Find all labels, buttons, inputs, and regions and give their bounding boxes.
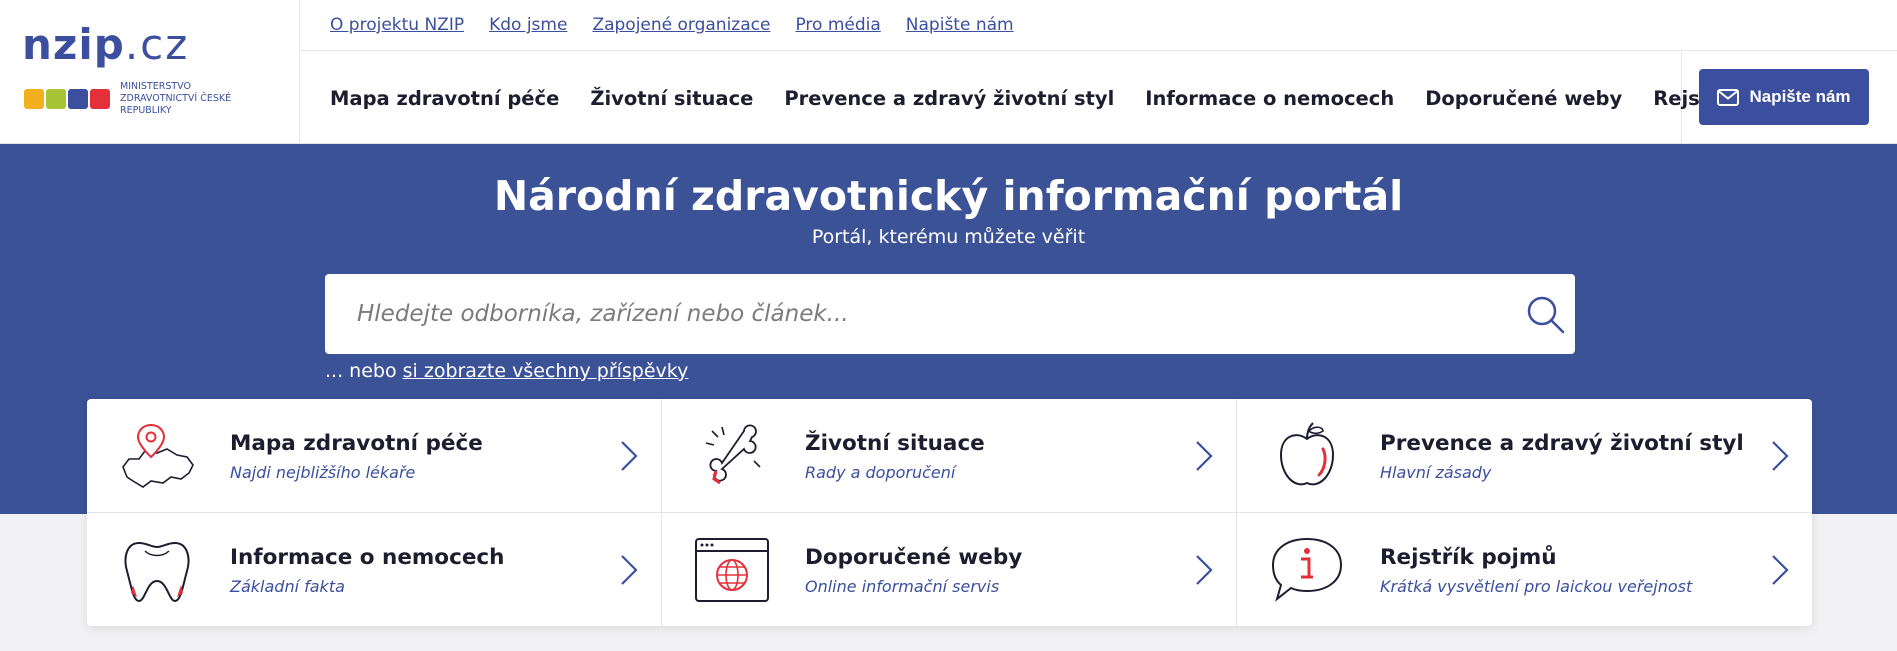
page-title: Národní zdravotnický informační portál (493, 172, 1404, 220)
bone-icon (705, 424, 761, 485)
nzip-logo[interactable]: nzip.cz (22, 24, 189, 66)
tile-title: Rejstřík pojmů (1380, 545, 1557, 570)
tile-subtitle: Najdi nejbližšího lékaře (230, 463, 416, 482)
tile-subtitle: Rady a doporučení (805, 463, 956, 482)
tile-subtitle: Hlavní zásady (1380, 463, 1492, 482)
tooth-icon (124, 541, 190, 603)
nav-mapa-zdravotni-pece[interactable]: Mapa zdravotní péče (330, 87, 559, 110)
chevron-right-icon (621, 555, 638, 585)
top-link-napiste-nam[interactable]: Napište nám (906, 15, 1014, 35)
nav-informace-o-nemocech[interactable]: Informace o nemocech (1145, 87, 1394, 110)
apple-icon (1279, 422, 1335, 486)
nav-prevence[interactable]: Prevence a zdravý životní styl (784, 87, 1114, 110)
web-globe-icon (695, 538, 769, 602)
tile-prevence[interactable]: Prevence a zdravý životní styl Hlavní zá… (1237, 399, 1812, 513)
tile-doporucene-weby[interactable]: Doporučené weby Online informační servis (662, 513, 1237, 626)
category-tiles: Mapa zdravotní péče Najdi nejbližšího lé… (87, 399, 1812, 626)
chevron-right-icon (621, 441, 638, 471)
tile-zivotni-situace[interactable]: Životní situace Rady a doporučení (662, 399, 1237, 513)
show-all-posts-link[interactable]: si zobrazte všechny příspěvky (403, 360, 689, 382)
chevron-right-icon (1772, 441, 1789, 471)
chevron-right-icon (1196, 441, 1213, 471)
tile-rejstrik-pojmu[interactable]: Rejstřík pojmů Krátká vysvětlení pro lai… (1237, 513, 1812, 626)
tile-title: Doporučené weby (805, 545, 1023, 570)
map-pin-icon (122, 423, 194, 488)
main-navigation: Mapa zdravotní péče Životní situace Prev… (300, 52, 1813, 144)
tile-title: Informace o nemocech (230, 545, 505, 570)
envelope-icon (1717, 88, 1740, 106)
tile-title: Životní situace (805, 431, 985, 456)
logo-area[interactable]: nzip.cz Ministerstvo zdravotnictví České… (0, 0, 300, 144)
tile-informace-o-nemocech[interactable]: Informace o nemocech Základní fakta (87, 513, 662, 626)
nav-doporucene-weby[interactable]: Doporučené weby (1425, 87, 1622, 110)
tile-subtitle: Krátká vysvětlení pro laickou veřejnost (1380, 577, 1693, 596)
tile-mapa-zdravotni-pece[interactable]: Mapa zdravotní péče Najdi nejbližšího lé… (87, 399, 662, 513)
top-links: O projektu NZIP Kdo jsme Zapojené organi… (300, 0, 1897, 51)
top-link-zapojene-organizace[interactable]: Zapojené organizace (592, 15, 770, 35)
nav-zivotni-situace[interactable]: Životní situace (590, 87, 753, 110)
tile-subtitle: Online informační servis (805, 577, 1000, 596)
search-input[interactable] (325, 274, 1485, 354)
top-link-o-projektu[interactable]: O projektu NZIP (330, 15, 464, 35)
tile-subtitle: Základní fakta (230, 577, 345, 596)
tile-title: Mapa zdravotní péče (230, 431, 483, 456)
show-all-prefix: ... nebo (325, 360, 403, 382)
ministry-name: Ministerstvo zdravotnictví České republi… (120, 81, 232, 116)
tile-title: Prevence a zdravý životní styl (1380, 431, 1744, 456)
ministry-logo: Ministerstvo zdravotnictví České republi… (24, 81, 270, 116)
chevron-right-icon (1196, 555, 1213, 585)
top-link-kdo-jsme[interactable]: Kdo jsme (489, 15, 567, 35)
contact-button[interactable]: Napište nám (1699, 69, 1869, 125)
search-box (325, 274, 1575, 354)
site-header: nzip.cz Ministerstvo zdravotnictví České… (0, 0, 1897, 144)
page-subtitle: Portál, kterému můžete věřit (811, 226, 1086, 248)
chevron-right-icon (1772, 555, 1789, 585)
search-icon[interactable] (1525, 294, 1567, 336)
show-all-posts: ... nebo si zobrazte všechny příspěvky (325, 360, 688, 382)
top-link-pro-media[interactable]: Pro média (795, 15, 880, 35)
contact-button-label: Napište nám (1749, 87, 1851, 106)
ministry-logo-icon (24, 89, 110, 109)
info-bubble-icon (1271, 537, 1343, 602)
